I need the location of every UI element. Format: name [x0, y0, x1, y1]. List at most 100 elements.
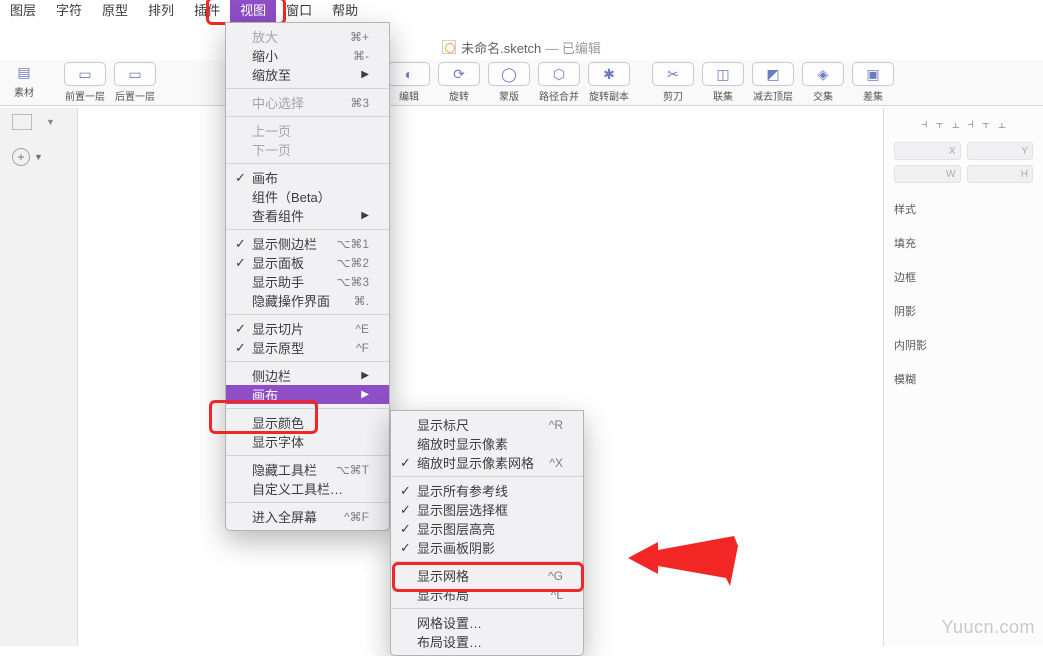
menu-item[interactable]: 显示面板⌥⌘2 [226, 253, 389, 272]
menu-layers[interactable]: 图层 [0, 0, 46, 22]
menu-item-label: 上一页 [252, 121, 291, 140]
menu-item[interactable]: 显示图层选择框 [391, 500, 583, 519]
menu-item-label: 显示助手 [252, 272, 304, 291]
menu-text[interactable]: 字符 [46, 0, 92, 22]
sidebar-view-toggle[interactable]: ▼ [0, 108, 77, 136]
tool-intersect[interactable]: ◈交集 [800, 62, 846, 103]
menu-item[interactable]: 网格设置… [391, 613, 583, 632]
menu-item[interactable]: 缩放至 [226, 65, 389, 84]
menu-item-label: 网格设置… [417, 613, 482, 632]
tool-label: 前置一层 [65, 88, 105, 103]
toolbar-group-bool: ✂剪刀 ◫联集 ◩减去顶层 ◈交集 ▣差集 [650, 62, 896, 103]
menu-item[interactable]: 显示所有参考线 [391, 481, 583, 500]
section-fill[interactable]: 填充 [894, 235, 1033, 251]
y-field[interactable]: Y [967, 142, 1034, 160]
menu-item[interactable]: 隐藏操作界面⌘. [226, 291, 389, 310]
menu-item[interactable]: 显示图层高亮 [391, 519, 583, 538]
tool-difference[interactable]: ▣差集 [850, 62, 896, 103]
menu-item[interactable]: 自定义工具栏… [226, 479, 389, 498]
tool-subtract[interactable]: ◩减去顶层 [750, 62, 796, 103]
menu-shortcut: ^F [356, 341, 369, 355]
menu-item[interactable]: 进入全屏幕^⌘F [226, 507, 389, 526]
menu-item[interactable]: 组件（Beta） [226, 187, 389, 206]
section-inner-shadow[interactable]: 内阴影 [894, 337, 1033, 353]
h-field[interactable]: H [967, 165, 1034, 183]
menu-item-label: 布局设置… [417, 632, 482, 651]
list-icon [12, 114, 32, 130]
align-controls[interactable]: ⫞ ⫟ ⫠ ⫞ ⫟ ⫠ [894, 116, 1033, 132]
menu-item[interactable]: 布局设置… [391, 632, 583, 651]
menu-item-label: 缩放时显示像素网格 [417, 453, 534, 472]
styles-heading: 样式 [894, 201, 1033, 217]
align-middle-icon[interactable]: ⫟ [982, 116, 990, 132]
menu-item[interactable]: 缩放时显示像素 [391, 434, 583, 453]
menu-item-label: 显示布局 [417, 585, 469, 604]
menu-item[interactable]: 侧边栏 [226, 366, 389, 385]
menu-item[interactable]: 隐藏工具栏⌥⌘T [226, 460, 389, 479]
menu-item[interactable]: 显示侧边栏⌥⌘1 [226, 234, 389, 253]
menu-shortcut: ^E [355, 322, 369, 336]
tool-scissors[interactable]: ✂剪刀 [650, 62, 696, 103]
tool-edit[interactable]: ◐编辑 [386, 62, 432, 103]
tool-send-backward[interactable]: ▭后置一层 [112, 62, 158, 103]
menu-item[interactable]: 缩放时显示像素网格^X [391, 453, 583, 472]
menu-shortcut: ⌘3 [350, 96, 369, 110]
menu-item-label: 下一页 [252, 140, 291, 159]
menu-item[interactable]: 查看组件 [226, 206, 389, 225]
menu-item[interactable]: 显示网格^G [391, 566, 583, 585]
menu-prototype[interactable]: 原型 [92, 0, 138, 22]
align-top-icon[interactable]: ⫞ [968, 116, 975, 132]
x-field[interactable]: X [894, 142, 961, 160]
menu-separator [226, 455, 389, 456]
menu-item[interactable]: 显示切片^E [226, 319, 389, 338]
tool-union[interactable]: ◫联集 [700, 62, 746, 103]
tool-combine[interactable]: ⬡路径合并 [536, 62, 582, 103]
section-shadow[interactable]: 阴影 [894, 303, 1033, 319]
menu-item-label: 缩放至 [252, 65, 291, 84]
menu-item[interactable]: 显示助手⌥⌘3 [226, 272, 389, 291]
align-right-icon[interactable]: ⫠ [952, 116, 960, 132]
menu-item-label: 显示侧边栏 [252, 234, 317, 253]
document-icon [442, 40, 456, 54]
align-center-icon[interactable]: ⫟ [936, 116, 944, 132]
menu-plugins[interactable]: 插件 [184, 0, 230, 22]
menu-item[interactable]: 显示布局 ^L [391, 585, 583, 604]
menu-arrange[interactable]: 排列 [138, 0, 184, 22]
menu-item-label: 显示网格 [417, 566, 469, 585]
tool-rotate[interactable]: ⟳旋转 [436, 62, 482, 103]
menu-item-label: 放大 [252, 27, 278, 46]
menu-help[interactable]: 帮助 [322, 0, 368, 22]
menu-shortcut: ^L [551, 588, 563, 602]
section-border[interactable]: 边框 [894, 269, 1033, 285]
menu-item[interactable]: 显示颜色 [226, 413, 389, 432]
tool-mask[interactable]: ◯蒙版 [486, 62, 532, 103]
align-left-icon[interactable]: ⫞ [921, 116, 928, 132]
tool-label: 蒙版 [499, 88, 519, 103]
menu-item-label: 中心选择 [252, 93, 304, 112]
difference-icon: ▣ [852, 62, 894, 86]
menu-item[interactable]: 缩小⌘- [226, 46, 389, 65]
tool-label: 剪刀 [663, 88, 683, 103]
tool-rotate-copies[interactable]: ✱旋转副本 [586, 62, 632, 103]
align-bottom-icon[interactable]: ⫠ [998, 116, 1006, 132]
menu-item[interactable]: 显示标尺^R [391, 415, 583, 434]
w-field[interactable]: W [894, 165, 961, 183]
menu-view[interactable]: 视图 [230, 0, 276, 22]
menu-shortcut: ⌘- [353, 49, 369, 63]
menu-item[interactable]: 画布 [226, 168, 389, 187]
menu-item: 下一页 [226, 140, 389, 159]
menu-item[interactable]: 显示画板阴影 [391, 538, 583, 557]
menu-item[interactable]: 显示原型^F [226, 338, 389, 357]
section-blur[interactable]: 模糊 [894, 371, 1033, 387]
menu-item-label: 画布 [252, 385, 278, 404]
menu-item[interactable]: 画布 [226, 385, 389, 404]
tool-assets[interactable]: ▤ 素材 [4, 62, 44, 99]
menu-item[interactable]: 显示字体 [226, 432, 389, 451]
menu-separator [391, 476, 583, 477]
add-page-button[interactable]: + ▼ [0, 136, 77, 178]
send-backward-icon: ▭ [114, 62, 156, 86]
chevron-down-icon: ▼ [46, 117, 55, 127]
menu-window[interactable]: 窗口 [276, 0, 322, 22]
tool-bring-forward[interactable]: ▭前置一层 [62, 62, 108, 103]
submenu-arrow-icon [361, 210, 369, 221]
